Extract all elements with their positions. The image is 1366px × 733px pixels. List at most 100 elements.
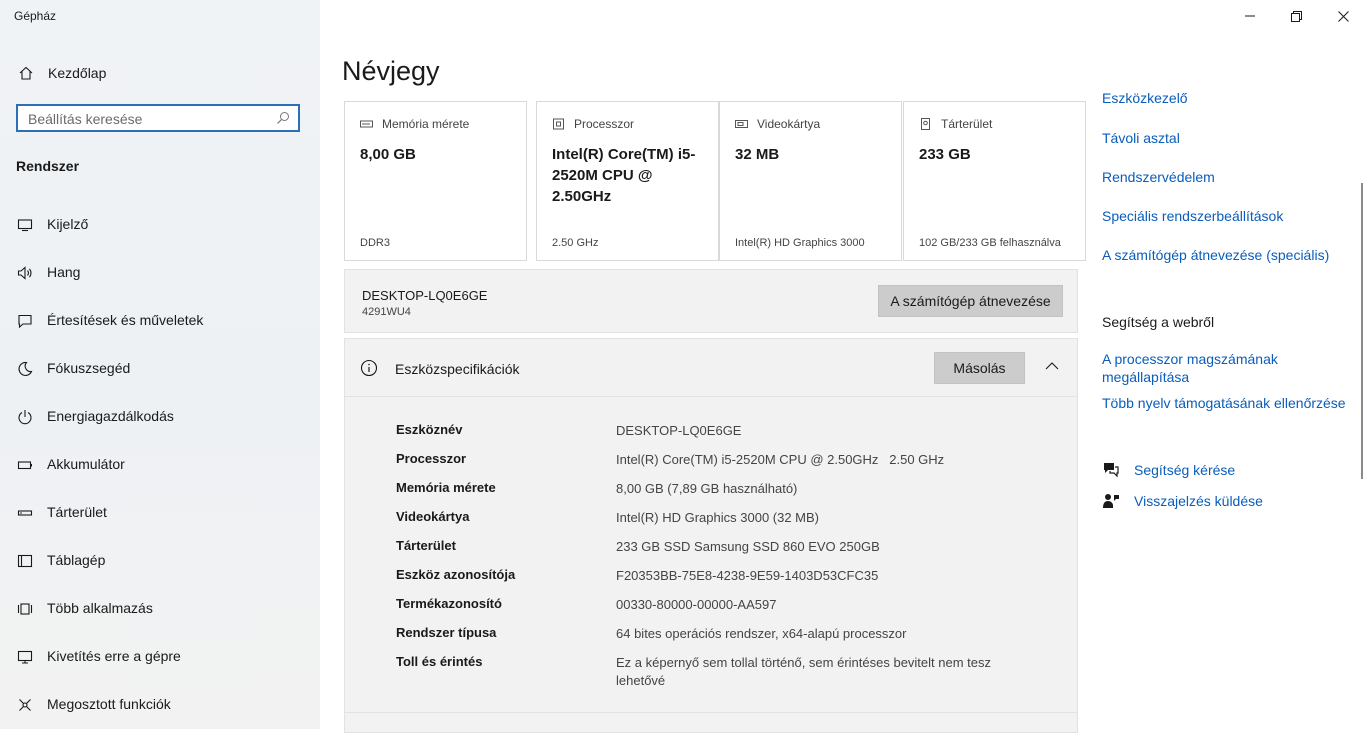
- projecting-icon: [17, 649, 33, 665]
- restore-button[interactable]: [1273, 0, 1319, 32]
- spec-value: Intel(R) Core(TM) i5-2520M CPU @ 2.50GHz…: [616, 452, 945, 467]
- card-label: Videokártya: [757, 117, 821, 131]
- battery-icon: [17, 457, 33, 473]
- minimize-button[interactable]: [1227, 0, 1273, 32]
- card-footer: 102 GB/233 GB felhasználva: [919, 237, 1061, 249]
- disk-icon: [921, 118, 930, 130]
- restore-icon: [1290, 10, 1302, 22]
- spec-key: Eszköz azonosítója: [396, 567, 516, 582]
- spec-key: Memória mérete: [396, 480, 496, 495]
- card-value: Intel(R) Core(TM) i5-2520M CPU @ 2.50GHz: [552, 146, 696, 205]
- search-input[interactable]: [26, 109, 270, 129]
- system-protection-link[interactable]: Rendszervédelem: [1102, 169, 1215, 185]
- search-icon[interactable]: [276, 111, 290, 130]
- card-label: Tárterület: [941, 117, 993, 131]
- memory-icon: [360, 120, 373, 128]
- spec-value: 00330-80000-00000-AA597: [616, 597, 777, 612]
- feedback-icon: [1102, 492, 1120, 515]
- sidebar-item-display[interactable]: Kijelző: [0, 205, 320, 245]
- sidebar-item-label: Több alkalmazás: [47, 600, 153, 616]
- advanced-settings-link[interactable]: Speciális rendszerbeállítások: [1102, 208, 1283, 224]
- search-box[interactable]: [16, 104, 300, 132]
- pc-name-bar: DESKTOP-LQ0E6GE 4291WU4 A számítógép átn…: [344, 269, 1078, 333]
- card-label: Processzor: [574, 117, 635, 131]
- app-title: Gépház: [14, 9, 57, 23]
- tablet-icon: [17, 553, 33, 569]
- send-feedback-link[interactable]: Visszajelzés küldése: [1134, 493, 1263, 509]
- moon-icon: [17, 361, 33, 377]
- sidebar-item-notifications[interactable]: Értesítések és műveletek: [0, 301, 320, 341]
- sidebar: Gépház Kezdőlap Rendszer Kijelző Hang Ér…: [0, 0, 320, 729]
- spec-key: Toll és érintés: [396, 654, 483, 669]
- card-label: Memória mérete: [382, 117, 470, 131]
- chevron-up-icon[interactable]: [1045, 359, 1059, 378]
- device-manager-link[interactable]: Eszközkezelő: [1102, 90, 1188, 106]
- sidebar-item-storage[interactable]: Tárterület: [0, 493, 320, 533]
- home-icon: [18, 65, 34, 86]
- sidebar-item-focus-assist[interactable]: Fókuszsegéd: [0, 349, 320, 389]
- device-specifications: Eszközspecifikációk Másolás Eszköznév DES…: [344, 338, 1078, 733]
- info-icon: [360, 359, 378, 382]
- card-value: 8,00 GB: [360, 146, 416, 163]
- shared-icon: [17, 697, 33, 713]
- sidebar-item-label: Fókuszsegéd: [47, 360, 131, 376]
- divider: [345, 712, 1077, 713]
- sidebar-item-multitasking[interactable]: Több alkalmazás: [0, 589, 320, 629]
- storage-card: Tárterület 233 GB 102 GB/233 GB felhaszn…: [903, 101, 1086, 261]
- sidebar-item-label: Akkumulátor: [47, 456, 125, 472]
- sidebar-item-label: Kivetítés erre a gépre: [47, 648, 181, 664]
- spec-value: Ez a képernyő sem tollal történő, sem ér…: [616, 655, 992, 688]
- gpu-icon: [735, 120, 748, 128]
- section-title: Rendszer: [16, 158, 80, 174]
- close-button[interactable]: [1320, 0, 1366, 32]
- sidebar-item-label: Táblagép: [47, 552, 106, 568]
- spec-value: F20353BB-75E8-4238-9E59-1403D53CFC35: [616, 568, 879, 583]
- sidebar-item-projecting[interactable]: Kivetítés erre a gépre: [0, 637, 320, 677]
- sidebar-item-label: Kijelző: [47, 216, 89, 232]
- sidebar-item-power[interactable]: Energiagazdálkodás: [0, 397, 320, 437]
- notification-icon: [17, 313, 33, 329]
- spec-value: 233 GB SSD Samsung SSD 860 EVO 250GB: [616, 539, 880, 554]
- remote-desktop-link[interactable]: Távoli asztal: [1102, 130, 1180, 146]
- spec-value: DESKTOP-LQ0E6GE: [616, 423, 742, 438]
- sidebar-item-shared[interactable]: Megosztott funkciók: [0, 685, 320, 725]
- sidebar-item-tablet[interactable]: Táblagép: [0, 541, 320, 581]
- gpu-card: Videokártya 32 MB Intel(R) HD Graphics 3…: [719, 101, 902, 261]
- power-icon: [17, 409, 33, 425]
- spec-header[interactable]: Eszközspecifikációk Másolás: [345, 339, 1077, 397]
- spec-key: Tárterület: [396, 538, 456, 553]
- multitasking-icon: [17, 601, 33, 617]
- sidebar-item-battery[interactable]: Akkumulátor: [0, 445, 320, 485]
- card-footer: DDR3: [360, 237, 390, 249]
- rename-advanced-link[interactable]: A számítógép átnevezése (speciális): [1102, 247, 1329, 263]
- processor-card: Processzor Intel(R) Core(TM) i5-2520M CP…: [536, 101, 719, 261]
- sidebar-item-home[interactable]: Kezdőlap: [0, 60, 320, 86]
- spec-title: Eszközspecifikációk: [395, 361, 520, 377]
- language-support-link[interactable]: Több nyelv támogatásának ellenőrzése: [1102, 395, 1346, 411]
- page-title: Névjegy: [342, 56, 440, 86]
- card-footer: 2.50 GHz: [552, 237, 599, 249]
- spec-key: Processzor: [396, 451, 467, 466]
- pc-name: DESKTOP-LQ0E6GE: [362, 288, 488, 303]
- spec-value: 8,00 GB (7,89 GB használható): [616, 481, 798, 496]
- scrollbar[interactable]: [1361, 183, 1363, 479]
- processor-cores-link[interactable]: A processzor magszámának megállapítása: [1102, 350, 1332, 386]
- card-value: 32 MB: [735, 146, 780, 163]
- get-help-link[interactable]: Segítség kérése: [1134, 462, 1235, 478]
- web-help-title: Segítség a webről: [1102, 314, 1215, 330]
- card-value: 233 GB: [919, 146, 971, 163]
- sidebar-item-label: Energiagazdálkodás: [47, 408, 174, 424]
- speaker-icon: [17, 265, 33, 281]
- sidebar-item-label: Értesítések és műveletek: [47, 312, 204, 328]
- sidebar-item-label: Tárterület: [47, 504, 107, 520]
- minimize-icon: [1245, 15, 1255, 17]
- rename-pc-button[interactable]: A számítógép átnevezése: [878, 285, 1063, 317]
- display-icon: [17, 217, 33, 233]
- copy-button[interactable]: Másolás: [934, 352, 1025, 384]
- memory-card: Memória mérete 8,00 GB DDR3: [344, 101, 527, 261]
- sidebar-item-label: Hang: [47, 264, 81, 280]
- pc-model: 4291WU4: [362, 306, 411, 318]
- spec-value: Intel(R) HD Graphics 3000 (32 MB): [616, 510, 820, 525]
- sidebar-item-sound[interactable]: Hang: [0, 253, 320, 293]
- sidebar-item-label: Megosztott funkciók: [47, 696, 171, 712]
